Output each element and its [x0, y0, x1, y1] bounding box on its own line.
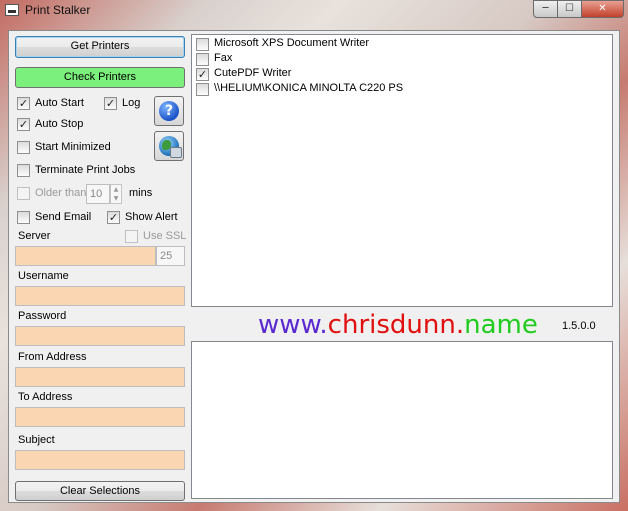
printer-checkbox[interactable]: ✓: [196, 68, 209, 81]
start-minimized-label: Start Minimized: [35, 141, 111, 153]
version-label: 1.5.0.0: [562, 320, 596, 332]
password-label: Password: [18, 310, 67, 322]
auto-start-label: Auto Start: [35, 97, 84, 109]
minimize-button[interactable]: ─: [533, 0, 558, 18]
to-address-label: To Address: [18, 391, 73, 403]
terminate-print-jobs-checkbox[interactable]: [17, 164, 30, 177]
subject-field[interactable]: [15, 450, 185, 470]
globe-icon: [159, 136, 182, 158]
website-link[interactable]: www.chrisdunn.name: [258, 310, 538, 340]
start-minimized-checkbox[interactable]: [17, 141, 30, 154]
website-dot: .: [455, 310, 465, 340]
subject-label: Subject: [18, 434, 55, 446]
use-ssl-label: Use SSL: [143, 230, 187, 242]
username-field[interactable]: [15, 286, 185, 306]
mins-label: mins: [129, 187, 153, 199]
older-than-input[interactable]: 10: [86, 184, 110, 204]
older-than-spinner[interactable]: ▲ ▼: [110, 184, 122, 204]
printer-icon: [5, 4, 19, 16]
from-address-field[interactable]: [15, 367, 185, 387]
clear-selections-button[interactable]: Clear Selections: [15, 481, 185, 501]
server-label: Server: [18, 230, 51, 242]
close-button[interactable]: ✕: [581, 0, 624, 18]
maximize-button[interactable]: ☐: [557, 0, 582, 18]
username-label: Username: [18, 270, 69, 282]
printer-name: Microsoft XPS Document Writer: [214, 37, 370, 49]
older-than-checkbox[interactable]: [17, 187, 30, 200]
website-chrisdunn: chrisdunn: [327, 310, 456, 340]
show-alert-label: Show Alert: [125, 211, 178, 223]
website-name: name: [464, 310, 538, 340]
send-email-checkbox[interactable]: [17, 211, 30, 224]
to-address-field[interactable]: [15, 407, 185, 427]
send-email-label: Send Email: [35, 211, 92, 223]
printer-checkbox[interactable]: [196, 38, 209, 51]
port-field[interactable]: 25: [156, 246, 185, 266]
spin-up-icon[interactable]: ▲: [111, 185, 121, 194]
use-ssl-checkbox[interactable]: [125, 230, 138, 243]
log-box[interactable]: [191, 341, 613, 499]
website-www: www.: [258, 310, 328, 340]
printer-name: Fax: [214, 52, 233, 64]
auto-stop-checkbox[interactable]: ✓: [17, 118, 30, 131]
check-printers-button[interactable]: Check Printers: [15, 67, 185, 88]
help-button[interactable]: ?: [154, 96, 184, 126]
printer-checkbox[interactable]: [196, 53, 209, 66]
title-bar[interactable]: Print Stalker ─ ☐ ✕: [0, 0, 628, 22]
from-address-label: From Address: [18, 351, 87, 363]
auto-stop-label: Auto Stop: [35, 118, 84, 130]
spin-down-icon[interactable]: ▼: [111, 194, 121, 203]
password-field[interactable]: [15, 326, 185, 346]
terminate-print-jobs-label: Terminate Print Jobs: [35, 164, 136, 176]
older-than-label: Older than: [35, 187, 87, 199]
auto-start-checkbox[interactable]: ✓: [17, 97, 30, 110]
website-button[interactable]: [154, 131, 184, 161]
printer-name: \\HELIUM\KONICA MINOLTA C220 PS: [214, 82, 404, 94]
server-field[interactable]: [15, 246, 156, 266]
log-checkbox[interactable]: ✓: [104, 97, 117, 110]
printer-name: CutePDF Writer: [214, 67, 292, 79]
printer-checkbox[interactable]: [196, 83, 209, 96]
window-title: Print Stalker: [25, 3, 91, 17]
show-alert-checkbox[interactable]: ✓: [107, 211, 120, 224]
get-printers-button[interactable]: Get Printers: [15, 36, 185, 58]
printer-list[interactable]: Microsoft XPS Document Writer Fax ✓ Cute…: [191, 34, 613, 307]
log-label: Log: [122, 97, 141, 109]
help-icon: ?: [159, 101, 179, 121]
